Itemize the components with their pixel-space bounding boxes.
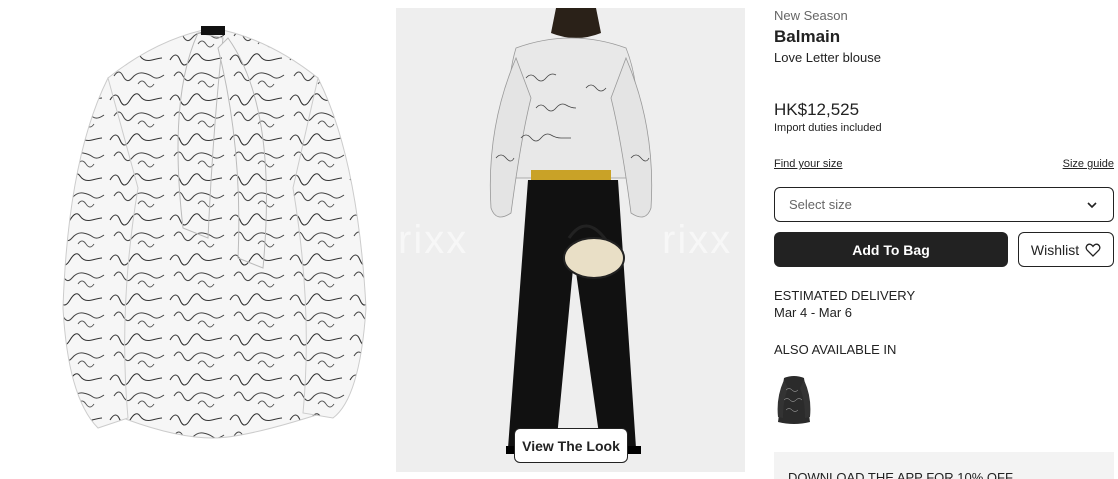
- heart-icon: [1085, 243, 1101, 257]
- also-available-heading: ALSO AVAILABLE IN: [774, 342, 897, 357]
- season-label: New Season: [774, 8, 848, 23]
- app-banner-text: DOWNLOAD THE APP FOR 10% OFF: [788, 470, 1013, 479]
- size-select-placeholder: Select size: [789, 197, 852, 212]
- product-image-main[interactable]: [48, 8, 378, 472]
- blouse-flat-illustration: [62, 26, 367, 439]
- wishlist-label: Wishlist: [1030, 241, 1080, 258]
- estimated-delivery-heading: ESTIMATED DELIVERY: [774, 288, 916, 303]
- view-the-look-button[interactable]: View The Look: [514, 428, 628, 463]
- app-download-banner[interactable]: DOWNLOAD THE APP FOR 10% OFF: [774, 452, 1114, 479]
- product-name: Love Letter blouse: [774, 50, 881, 65]
- watermark-text: rixx: [662, 218, 733, 262]
- chevron-down-icon: [1087, 202, 1097, 209]
- watermark-text: rixx: [398, 218, 469, 262]
- size-guide-link[interactable]: Size guide: [1063, 158, 1114, 170]
- add-to-bag-button[interactable]: Add To Bag: [774, 232, 1008, 267]
- duties-note: Import duties included: [774, 122, 882, 134]
- estimated-delivery-dates: Mar 4 - Mar 6: [774, 305, 853, 320]
- product-info: New Season Balmain Love Letter blouse: [774, 8, 1114, 65]
- size-select[interactable]: Select size: [774, 187, 1114, 222]
- variant-thumbnail[interactable]: [774, 372, 814, 428]
- product-price: HK$12,525: [774, 100, 860, 119]
- wishlist-button[interactable]: Wishlist: [1018, 232, 1114, 267]
- variant-blouse-illustration: [774, 372, 814, 428]
- find-your-size-link[interactable]: Find your size: [774, 158, 842, 170]
- size-links: Find your size Size guide: [774, 158, 1114, 170]
- brand-name[interactable]: Balmain: [774, 27, 1114, 47]
